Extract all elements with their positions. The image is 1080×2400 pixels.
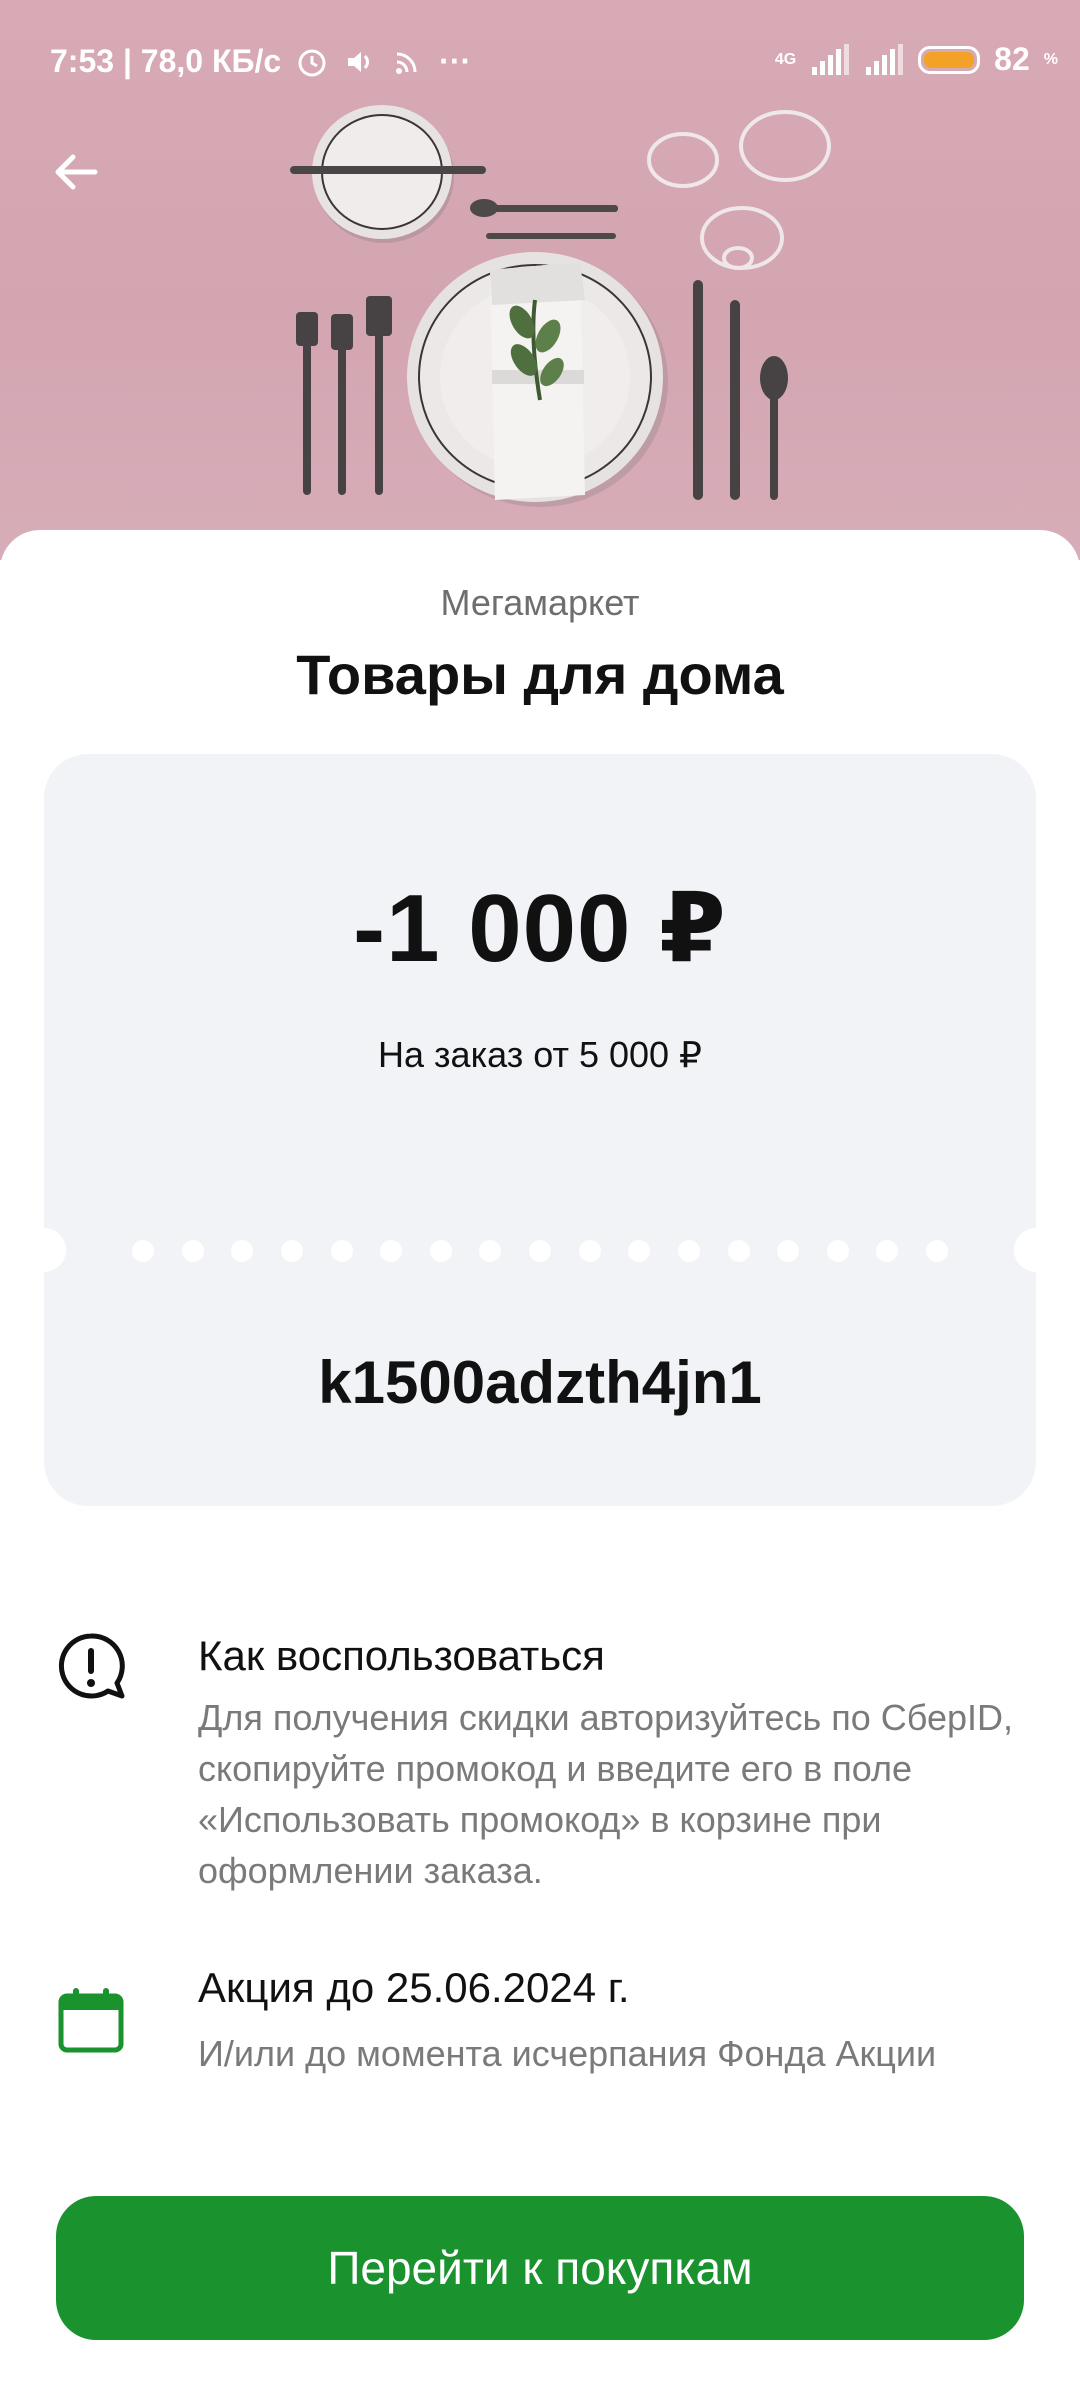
battery-unit: % (1043, 50, 1058, 68)
how-to-heading: Как воспользоваться (198, 1632, 605, 1679)
alarm-icon (298, 49, 326, 76)
status-time: 7:53 | 78,0 КБ/с (50, 43, 282, 79)
promo-period-heading: Акция до 25.06.2024 г. (198, 1964, 630, 2011)
battery-level: 82 (994, 41, 1030, 77)
go-shopping-button[interactable]: Перейти к покупкам (56, 2196, 1024, 2340)
cast-icon (396, 52, 417, 74)
more-icon: ··· (439, 43, 472, 79)
coupon-notch-left (22, 1228, 66, 1272)
arrow-left-icon (55, 154, 98, 190)
back-button[interactable] (44, 140, 108, 204)
coupon-card: -1 000 ₽ На заказ от 5 000 ₽ k1500adzth4… (22, 754, 1058, 1506)
perforation (132, 1240, 948, 1262)
promo-period-text: И/или до момента исчерпания Фонда Акции (198, 2033, 937, 2074)
network-type: 4G (774, 50, 797, 68)
coupon-notch-right (1014, 1228, 1058, 1272)
discount-amount: -1 000 ₽ (353, 875, 727, 982)
status-bar: 7:53 | 78,0 КБ/с ··· 4G 82 % (0, 0, 1080, 126)
signal-icon (812, 43, 850, 75)
promo-code[interactable]: k1500adzth4jn1 (44, 1348, 1036, 1417)
signal-icon-2 (866, 43, 904, 75)
calendar-icon (58, 1988, 124, 2053)
order-condition: На заказ от 5 000 ₽ (378, 1034, 702, 1075)
volume-icon (348, 51, 370, 72)
brand-name: Мегамаркет (440, 582, 640, 623)
how-to-text: Для получения скидки авторизуйтесь по Сб… (198, 1697, 1014, 1891)
offer-title: Товары для дома (296, 643, 784, 706)
hero-banner: 7:53 | 78,0 КБ/с ··· 4G 82 % (0, 0, 1080, 560)
offer-sheet: Мегамаркет Товары для дома -1 000 ₽ На з… (0, 530, 1080, 2400)
alert-bubble-icon (58, 1633, 125, 1699)
battery-icon (918, 45, 981, 74)
